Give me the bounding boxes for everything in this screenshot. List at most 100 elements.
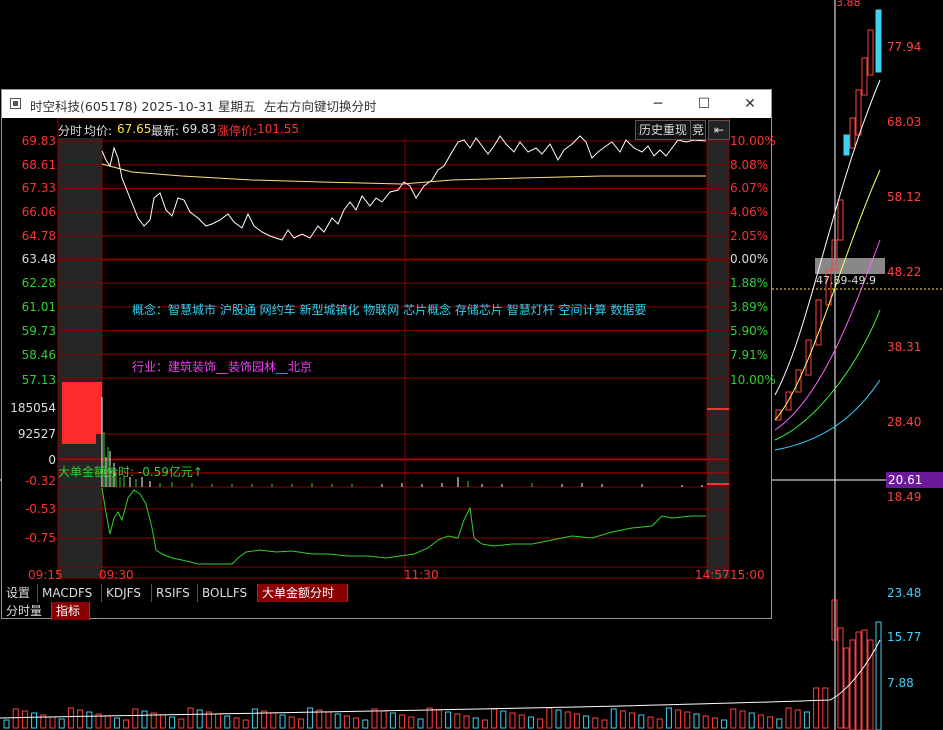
time-label: 11:30: [404, 568, 439, 582]
bg-volume-bar: [325, 711, 332, 729]
bg-volume-bar: [408, 716, 415, 729]
pct-axis-label: 0.00%: [730, 252, 769, 266]
bg-volume-bar: [822, 687, 829, 729]
bg-volume-bar: [21, 710, 28, 729]
pct-axis-label: 10.00%: [730, 373, 776, 387]
bg-volume-bar: [279, 714, 286, 729]
bigorder-axis-label: -0.32: [24, 474, 56, 488]
bg-volume-bar: [159, 714, 166, 729]
bg-volume-bar: [481, 719, 488, 729]
bg-volume-bar: [583, 715, 590, 729]
bg-volume-bar: [546, 707, 553, 729]
auction-button[interactable]: 竞: [690, 120, 706, 140]
tab-bigorder[interactable]: 大单金额分时: [258, 584, 348, 602]
bg-axis-label: 68.03: [887, 115, 922, 129]
window-titlebar[interactable]: 时空科技(605178) 2025-10-31 星期五 左右方向键切换分时 ─ …: [2, 90, 771, 118]
minimize-icon[interactable]: ─: [638, 92, 678, 116]
bg-volume-bar: [224, 715, 231, 729]
price-axis-label: 64.78: [21, 229, 56, 243]
time-label: 14:57: [695, 568, 730, 582]
pct-axis-label: 7.91%: [730, 348, 769, 362]
bg-volume-bar: [334, 713, 341, 729]
bg-volume-bar: [527, 716, 534, 729]
bg-volume-bar: [86, 711, 93, 729]
bg-volume-bar: [67, 707, 74, 729]
bg-volume-bar: [776, 718, 783, 729]
tab-bollfs[interactable]: BOLLFS: [198, 584, 258, 602]
tab-settings[interactable]: 设置: [2, 584, 38, 602]
price-axis-label: 62.28: [21, 276, 56, 290]
bg-volume-bar: [675, 709, 682, 729]
pct-axis-label: 1.88%: [730, 276, 769, 290]
pct-axis-label: 2.05%: [730, 229, 769, 243]
bg-volume-bar: [739, 710, 746, 729]
bg-volume-bar: [242, 719, 249, 729]
bg-volume-bar: [849, 639, 856, 730]
tab-volume[interactable]: 分时量: [2, 602, 52, 620]
bg-ma-line: [774, 309, 881, 441]
maximize-icon[interactable]: ☐: [684, 92, 724, 116]
time-label: 09:15: [28, 568, 63, 582]
auction-shade-left: [58, 138, 102, 578]
bg-volume-bar: [454, 713, 461, 729]
bg-top-value: 3.88: [836, 0, 861, 9]
bg-volume-bar: [656, 718, 663, 729]
bg-volume-bar: [500, 710, 507, 729]
bg-volume-bar: [178, 718, 185, 729]
pct-axis-label: 8.08%: [730, 158, 769, 172]
price-axis-label: 66.06: [21, 205, 56, 219]
bg-volume-bar: [730, 708, 737, 729]
industry-text: 行业：建筑装饰__装饰园林__北京: [132, 360, 313, 374]
bg-volume-bar: [316, 709, 323, 729]
window-title: 时空科技(605178) 2025-10-31 星期五: [30, 99, 256, 114]
bg-volume-bar: [399, 714, 406, 729]
intraday-window: 时空科技(605178) 2025-10-31 星期五 左右方向键切换分时 ─ …: [1, 89, 776, 620]
bg-volume-bar: [837, 627, 844, 729]
bg-volume-bar: [104, 715, 111, 729]
bg-candle: [867, 29, 874, 76]
bg-candle: [861, 57, 868, 96]
tab-kdjfs[interactable]: KDJFS: [102, 584, 152, 602]
price-axis-label: 69.83: [21, 134, 56, 148]
bg-volume-bar: [684, 711, 691, 729]
pct-axis-label: 4.06%: [730, 205, 769, 219]
bg-candle: [855, 89, 862, 136]
bg-volume-bar: [343, 715, 350, 729]
volume-axis-label: 0: [48, 453, 56, 467]
bg-volume-bar: [297, 718, 304, 729]
bg-volume-bar: [270, 712, 277, 729]
bg-vol-ma-line: [0, 639, 881, 719]
bg-ma-line: [774, 379, 881, 451]
bg-volume-bar: [426, 707, 433, 729]
bg-volume-bar: [619, 710, 626, 729]
tab-macdfs[interactable]: MACDFS: [38, 584, 102, 602]
bg-volume-bar: [610, 708, 617, 729]
price-axis-label: 59.73: [21, 324, 56, 338]
pct-axis-label: 10.00%: [730, 134, 776, 148]
bg-volume-bar: [721, 719, 728, 729]
bg-volume-bar: [307, 707, 314, 729]
bg-volume-bar: [371, 708, 378, 729]
avg-label: 均价:: [84, 124, 113, 138]
bigorder-line: [101, 487, 706, 565]
bg-volume-bar: [169, 716, 176, 729]
bigorder-axis-label: -0.53: [24, 502, 56, 516]
chart-label: 分时: [58, 124, 83, 138]
history-replay-button[interactable]: 历史重现: [635, 120, 692, 140]
bg-volume-bar: [215, 713, 222, 729]
bg-volume-bar: [362, 719, 369, 729]
bg-volume-bar: [141, 710, 148, 729]
bg-volume-bar: [767, 716, 774, 729]
bg-highlight-price: 20.61: [886, 472, 943, 488]
tab-rsifs[interactable]: RSIFS: [152, 584, 198, 602]
tab-indicator[interactable]: 指标: [52, 602, 90, 620]
bg-volume-bar: [803, 711, 810, 729]
auction-volume-block: [62, 434, 96, 444]
intraday-chart[interactable]: [2, 118, 771, 618]
bg-volume-bar: [537, 718, 544, 729]
limit-value: 101.55: [257, 122, 299, 136]
back-arrow-icon[interactable]: ⇤: [708, 120, 730, 140]
bg-axis-label: 18.49: [887, 490, 922, 504]
bg-volume-bar: [77, 709, 84, 729]
close-icon[interactable]: ✕: [730, 92, 770, 116]
